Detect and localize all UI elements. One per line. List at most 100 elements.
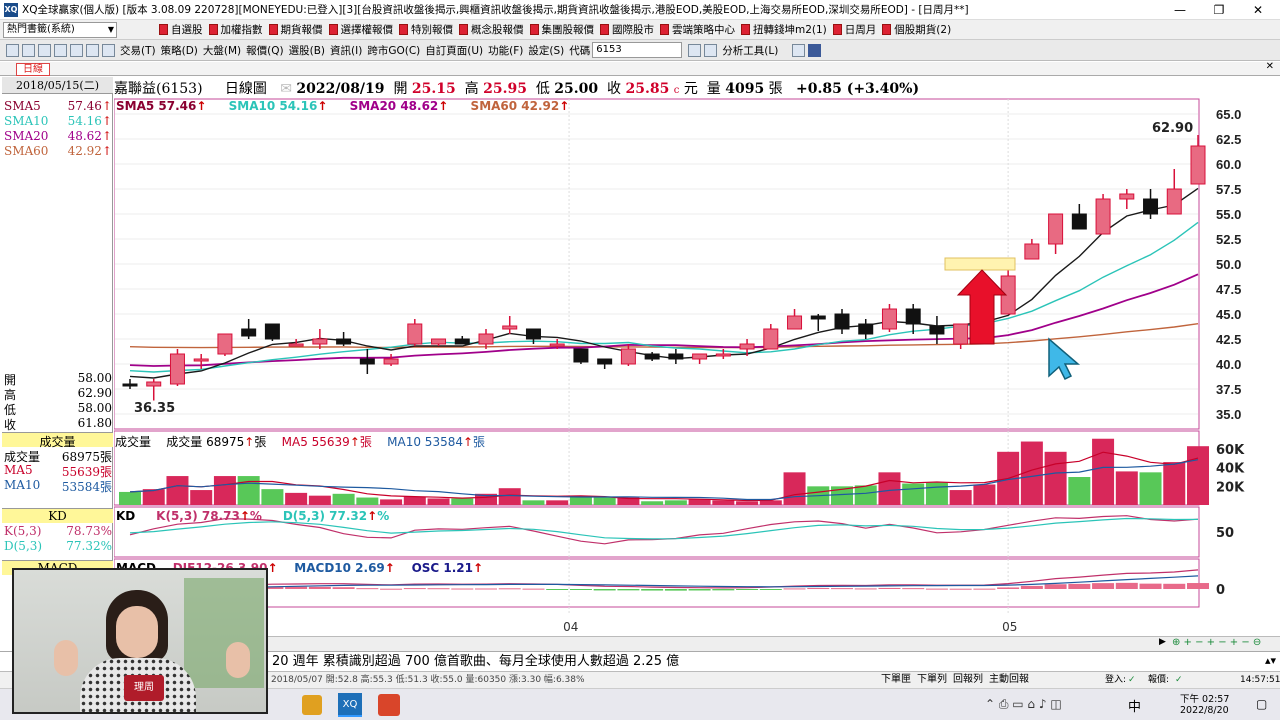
candle[interactable] (1095, 198, 1111, 235)
chart-area[interactable]: 65.0 62.5 60.0 57.5 55.0 52.5 50.0 47.5 45.0 42.5… (114, 77, 1280, 637)
volume-bar[interactable] (925, 482, 948, 505)
volume-bar[interactable] (759, 500, 782, 505)
volume-bar[interactable] (949, 490, 972, 505)
candle[interactable] (763, 328, 779, 350)
quick-button[interactable]: 個股期貨(2) (882, 22, 951, 37)
menu-item[interactable]: 自訂頁面(U) (425, 43, 483, 58)
menu-item[interactable]: 設定(S) (528, 43, 564, 58)
menu-item[interactable]: 交易(T) (120, 43, 156, 58)
candle[interactable] (692, 353, 708, 360)
menu-item[interactable]: 大盤(M) (203, 43, 241, 58)
volume-bar[interactable] (213, 476, 236, 505)
candle[interactable] (1119, 193, 1135, 200)
quick-button[interactable]: 加權指數 (208, 22, 263, 37)
back-icon[interactable] (54, 43, 67, 57)
candle[interactable] (810, 315, 826, 320)
tab-close-icon[interactable]: ✕ (1266, 61, 1274, 72)
volume-bar[interactable] (403, 496, 426, 505)
volume-bar[interactable] (498, 488, 521, 505)
candle[interactable] (715, 353, 731, 357)
candle[interactable] (905, 308, 921, 325)
zoom-buttons-icon[interactable]: ⊕ + − + − + − ⊖ (1172, 637, 1261, 648)
candle[interactable] (953, 323, 969, 345)
volume-bar[interactable] (522, 500, 545, 505)
volume-bar[interactable] (356, 497, 379, 505)
candle[interactable] (858, 323, 874, 335)
candle[interactable] (787, 315, 803, 330)
candle[interactable] (288, 343, 304, 347)
candle[interactable] (383, 358, 399, 365)
forward-icon[interactable] (70, 43, 83, 57)
candle[interactable] (1071, 213, 1087, 230)
candle[interactable] (668, 353, 684, 360)
volume-bar[interactable] (736, 501, 759, 505)
down-icon[interactable] (102, 43, 115, 57)
candle[interactable] (478, 333, 494, 345)
candle[interactable] (525, 328, 541, 340)
candle[interactable] (122, 383, 138, 387)
volume-bar[interactable] (1115, 471, 1138, 505)
close-button[interactable]: ✕ (1244, 2, 1272, 18)
candle[interactable] (881, 308, 897, 330)
volume-bar[interactable] (664, 500, 687, 505)
quick-button[interactable]: 集團股報價 (529, 22, 594, 37)
dollar-icon[interactable] (704, 43, 718, 57)
settings-icon[interactable] (792, 43, 806, 57)
candle[interactable] (431, 338, 447, 345)
candle[interactable] (169, 353, 185, 385)
restore-button[interactable]: ❐ (1205, 2, 1233, 18)
candle[interactable] (217, 333, 233, 355)
quick-button[interactable]: 期貨報價 (268, 22, 323, 37)
cursor-icon[interactable] (688, 43, 702, 57)
layout-select[interactable]: 熱門書籤(系統) ▼ (3, 21, 117, 38)
volume-bar[interactable] (546, 500, 569, 505)
status-button[interactable]: 主動回報 (989, 672, 1029, 688)
quick-button[interactable]: 特別報價 (399, 22, 453, 37)
volume-bar[interactable] (712, 500, 735, 505)
menu-item[interactable]: 資訊(I) (330, 43, 362, 58)
candle[interactable] (644, 353, 660, 360)
app-icon-presentation[interactable] (378, 694, 400, 716)
volume-bar[interactable] (332, 493, 355, 505)
volume-bar[interactable] (451, 498, 474, 505)
volume-bar[interactable] (973, 484, 996, 505)
volume-bar[interactable] (1187, 446, 1209, 505)
candle[interactable] (1024, 243, 1040, 260)
quick-button[interactable]: 日周月 (832, 22, 876, 37)
candle[interactable] (193, 358, 209, 362)
chart-scrollbar[interactable]: ◀ 3 ▶ ⊕ + − + − + − ⊖ (114, 636, 1280, 651)
volume-bar[interactable] (1044, 451, 1067, 505)
candle[interactable] (834, 313, 850, 330)
candle[interactable] (502, 325, 518, 330)
chart-svg[interactable]: 65.0 62.5 60.0 57.5 55.0 52.5 50.0 47.5 45.0 42.5… (114, 77, 1280, 637)
grid-icon[interactable] (6, 43, 19, 57)
candle[interactable] (359, 358, 375, 365)
volume-bar[interactable] (1163, 462, 1186, 505)
scroll-right-icon[interactable]: ▶ (1159, 637, 1166, 647)
candle[interactable] (312, 338, 328, 345)
volume-bar[interactable] (688, 499, 711, 505)
volume-bar[interactable] (261, 489, 284, 505)
menu-item[interactable]: 選股(B) (289, 43, 325, 58)
quick-button[interactable]: 國際股市 (600, 22, 654, 37)
volume-bar[interactable] (902, 483, 925, 505)
volume-bar[interactable] (1139, 472, 1162, 505)
code-input[interactable]: 6153 (592, 42, 683, 58)
tray-icons[interactable]: ⌃ ⎙ ▭ ⌂ ♪ ◫ (985, 697, 1062, 712)
volume-bar[interactable] (569, 496, 592, 505)
candle[interactable] (336, 338, 352, 345)
candle[interactable] (454, 338, 470, 345)
volume-bar[interactable] (878, 472, 901, 505)
ticker-arrows-icon[interactable]: ▴▾ (1265, 651, 1276, 671)
volume-bar[interactable] (1092, 438, 1115, 505)
volume-bar[interactable] (854, 485, 877, 505)
quick-button[interactable]: 扭轉錢坤m2(1) (741, 22, 827, 37)
analysis-tool-menu[interactable]: 分析工具(L) (722, 43, 778, 58)
volume-bar[interactable] (166, 476, 189, 505)
volume-bar[interactable] (783, 472, 806, 505)
status-button[interactable]: 回報列 (953, 672, 983, 688)
menu-item[interactable]: 功能(F) (488, 43, 523, 58)
minimize-button[interactable]: — (1166, 2, 1194, 18)
menu-item[interactable]: 策略(D) (161, 43, 198, 58)
volume-bar[interactable] (119, 491, 141, 505)
